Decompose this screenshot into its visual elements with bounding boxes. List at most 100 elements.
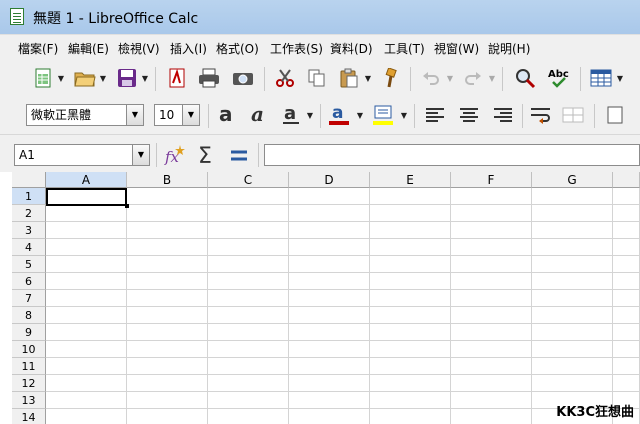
cell[interactable] [46,341,127,358]
row-header-14[interactable]: 14 [12,409,46,424]
cell[interactable] [289,239,370,256]
cell[interactable] [613,375,640,392]
column-header-b[interactable]: B [127,172,208,188]
cell[interactable] [46,239,127,256]
undo-icon[interactable] [418,65,444,91]
redo-dropdown-icon[interactable]: ▼ [488,65,496,91]
copy-icon[interactable] [304,65,330,91]
cell[interactable] [289,358,370,375]
cell[interactable] [46,256,127,273]
cell[interactable] [46,409,127,424]
row-header-8[interactable]: 8 [12,307,46,324]
merge-cells-icon[interactable] [560,102,586,128]
cell[interactable] [451,239,532,256]
cell[interactable] [127,358,208,375]
cell[interactable] [289,341,370,358]
export-pdf-icon[interactable] [164,65,190,91]
cell[interactable] [613,324,640,341]
cell[interactable] [46,290,127,307]
cell[interactable] [208,375,289,392]
cell[interactable] [370,239,451,256]
cell[interactable] [127,222,208,239]
cell[interactable] [127,205,208,222]
equals-icon[interactable] [226,142,252,168]
menu-view[interactable]: 檢視(V) [118,40,160,57]
cell[interactable] [370,358,451,375]
cell[interactable] [613,307,640,324]
cell[interactable] [532,324,613,341]
align-left-icon[interactable] [422,102,448,128]
row-header-6[interactable]: 6 [12,273,46,290]
column-header-c[interactable]: C [208,172,289,188]
cell[interactable] [127,375,208,392]
cell[interactable] [451,358,532,375]
cell[interactable] [370,205,451,222]
row-header-10[interactable]: 10 [12,341,46,358]
cell[interactable] [46,324,127,341]
cell[interactable] [370,188,451,205]
cell[interactable] [208,324,289,341]
cell[interactable] [289,324,370,341]
cell[interactable] [127,341,208,358]
cell[interactable] [451,307,532,324]
cell[interactable] [451,290,532,307]
cell[interactable] [289,188,370,205]
cell[interactable] [613,256,640,273]
highlight-dropdown-icon[interactable]: ▼ [400,102,408,128]
cell[interactable] [370,307,451,324]
new-dropdown-icon[interactable]: ▼ [57,65,65,91]
cell[interactable] [208,290,289,307]
cell[interactable] [208,409,289,424]
sum-icon[interactable]: Σ [194,142,220,168]
cell[interactable] [127,409,208,424]
cell[interactable] [127,307,208,324]
underline-icon[interactable]: a [278,102,304,128]
page-icon[interactable] [602,102,628,128]
cell[interactable] [370,273,451,290]
undo-dropdown-icon[interactable]: ▼ [446,65,454,91]
column-header-overflow[interactable] [613,172,640,188]
cut-icon[interactable] [272,65,298,91]
cell[interactable] [208,256,289,273]
cell[interactable] [208,392,289,409]
cell[interactable] [46,392,127,409]
cell[interactable] [127,324,208,341]
underline-dropdown-icon[interactable]: ▼ [306,102,314,128]
cell[interactable] [208,273,289,290]
spellcheck-icon[interactable]: Abc [546,65,572,91]
cell[interactable] [370,256,451,273]
clone-formatting-icon[interactable] [380,65,406,91]
row-header-2[interactable]: 2 [12,205,46,222]
row-header-3[interactable]: 3 [12,222,46,239]
menu-sheet[interactable]: 工作表(S) [270,40,323,57]
cell[interactable] [46,205,127,222]
cell[interactable] [46,375,127,392]
cell[interactable] [208,239,289,256]
cell[interactable] [370,290,451,307]
column-header-g[interactable]: G [532,172,613,188]
italic-icon[interactable]: a [246,102,272,128]
cell[interactable] [613,358,640,375]
cell[interactable] [370,324,451,341]
cell[interactable] [46,273,127,290]
cell[interactable] [532,341,613,358]
font-color-dropdown-icon[interactable]: ▼ [356,102,364,128]
row-header-12[interactable]: 12 [12,375,46,392]
cell[interactable] [613,205,640,222]
cell[interactable] [532,290,613,307]
cell[interactable] [613,341,640,358]
cell[interactable] [208,222,289,239]
row-header-7[interactable]: 7 [12,290,46,307]
cell[interactable] [532,256,613,273]
formula-input[interactable] [264,144,640,166]
row-header-9[interactable]: 9 [12,324,46,341]
cell[interactable] [289,256,370,273]
cell[interactable] [451,205,532,222]
cell[interactable] [451,256,532,273]
cell[interactable] [532,188,613,205]
chevron-down-icon[interactable]: ▼ [132,145,149,165]
column-header-d[interactable]: D [289,172,370,188]
row-header-4[interactable]: 4 [12,239,46,256]
cell[interactable] [532,358,613,375]
column-header-a[interactable]: A [46,172,127,188]
